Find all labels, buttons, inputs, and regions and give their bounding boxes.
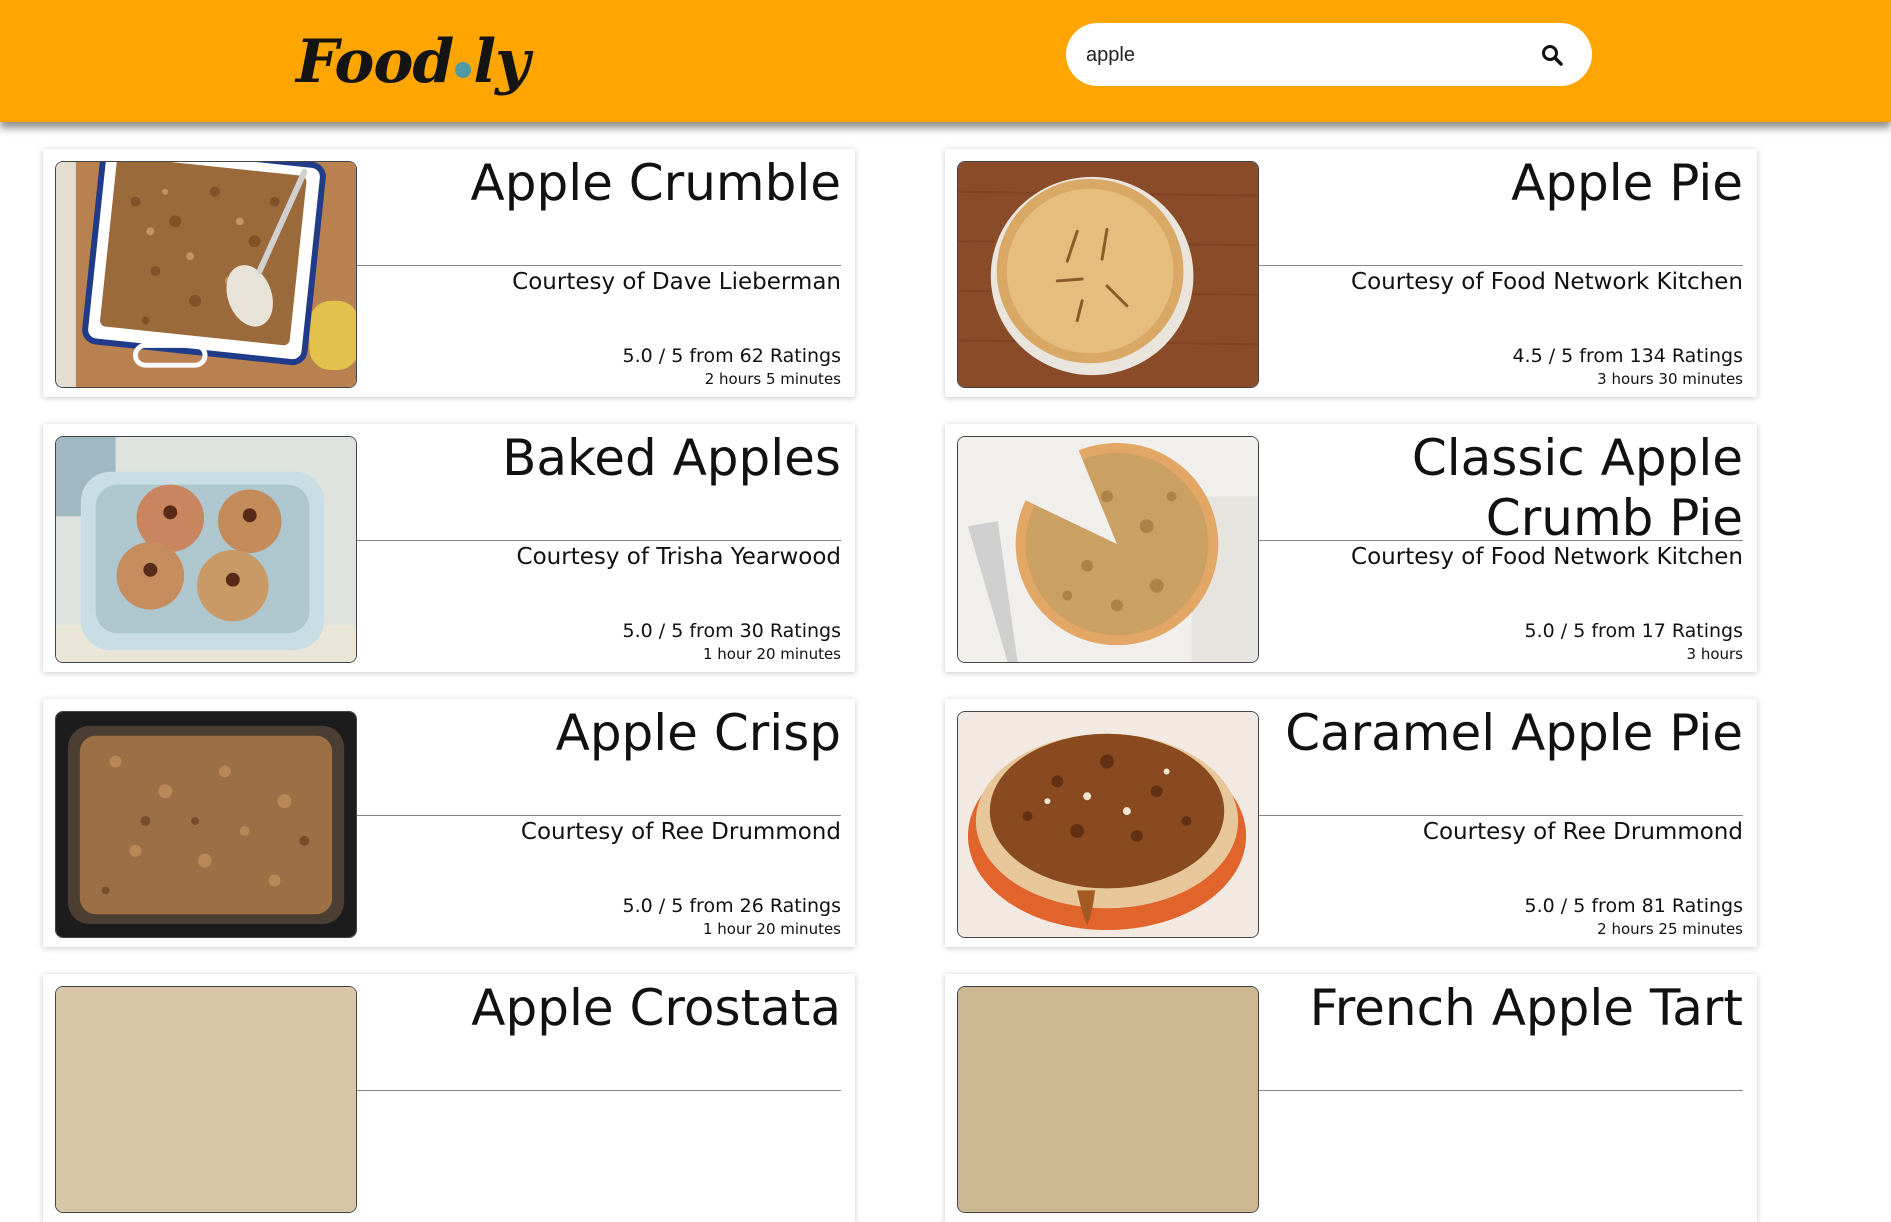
recipe-author: Courtesy of Food Network Kitchen xyxy=(1351,544,1743,570)
recipe-rating: 5.0 / 5 from 81 Ratings xyxy=(1524,895,1743,917)
recipe-image xyxy=(957,711,1259,938)
recipe-title[interactable]: Apple Pie xyxy=(1263,153,1743,213)
recipe-author: Courtesy of Ree Drummond xyxy=(1422,819,1743,845)
recipe-image xyxy=(957,986,1259,1213)
search-input[interactable] xyxy=(1084,33,1518,77)
recipe-rating: 5.0 / 5 from 17 Ratings xyxy=(1524,620,1743,642)
recipe-time: 3 hours 30 minutes xyxy=(1597,370,1743,388)
divider xyxy=(357,1090,841,1091)
recipe-image xyxy=(957,161,1259,388)
divider xyxy=(357,540,841,541)
divider xyxy=(1259,815,1743,816)
recipe-image xyxy=(957,436,1259,663)
divider xyxy=(1259,540,1743,541)
recipe-rating: 5.0 / 5 from 62 Ratings xyxy=(622,345,841,367)
recipe-grid: Apple Crumble Courtesy of Dave Lieberman… xyxy=(0,0,1891,1222)
divider xyxy=(1259,1090,1743,1091)
logo-text-left: Food xyxy=(296,27,454,97)
recipe-time: 2 hours 5 minutes xyxy=(704,370,841,388)
recipe-title[interactable]: Apple Crumble xyxy=(361,153,841,213)
divider xyxy=(1259,265,1743,266)
recipe-author: Courtesy of Trisha Yearwood xyxy=(516,544,841,570)
recipe-card[interactable]: Classic Apple Crumb Pie Courtesy of Food… xyxy=(945,424,1757,672)
search-bar xyxy=(1066,23,1592,86)
divider xyxy=(357,265,841,266)
search-icon[interactable] xyxy=(1540,43,1564,67)
recipe-rating: 5.0 / 5 from 30 Ratings xyxy=(622,620,841,642)
recipe-image xyxy=(55,711,357,938)
recipe-card[interactable]: Apple Crumble Courtesy of Dave Lieberman… xyxy=(43,149,855,397)
recipe-title[interactable]: Apple Crostata xyxy=(361,978,841,1038)
recipe-time: 1 hour 20 minutes xyxy=(702,645,841,663)
logo-text-right: ly xyxy=(473,27,530,97)
recipe-card[interactable]: Caramel Apple Pie Courtesy of Ree Drummo… xyxy=(945,699,1757,947)
foodly-logo[interactable]: Food ly xyxy=(296,22,530,102)
divider xyxy=(357,815,841,816)
recipe-card[interactable]: Apple Pie Courtesy of Food Network Kitch… xyxy=(945,149,1757,397)
recipe-image xyxy=(55,161,357,388)
app-header: Food ly xyxy=(0,0,1891,122)
recipe-card[interactable]: Apple Crisp Courtesy of Ree Drummond 5.0… xyxy=(43,699,855,947)
recipe-title[interactable]: French Apple Tart xyxy=(1263,978,1743,1038)
recipe-image xyxy=(55,986,357,1213)
recipe-time: 1 hour 20 minutes xyxy=(702,920,841,938)
recipe-card[interactable]: Baked Apples Courtesy of Trisha Yearwood… xyxy=(43,424,855,672)
recipe-title[interactable]: Caramel Apple Pie xyxy=(1263,703,1743,763)
logo-dot-icon xyxy=(455,62,472,78)
recipe-card[interactable]: Apple Crostata xyxy=(43,974,855,1222)
recipe-author: Courtesy of Dave Lieberman xyxy=(512,269,841,295)
recipe-author: Courtesy of Food Network Kitchen xyxy=(1351,269,1743,295)
recipe-title[interactable]: Baked Apples xyxy=(361,428,841,488)
recipe-title[interactable]: Apple Crisp xyxy=(361,703,841,763)
recipe-time: 2 hours 25 minutes xyxy=(1597,920,1743,938)
recipe-rating: 4.5 / 5 from 134 Ratings xyxy=(1512,345,1743,367)
recipe-rating: 5.0 / 5 from 26 Ratings xyxy=(622,895,841,917)
recipe-title[interactable]: Classic Apple Crumb Pie xyxy=(1263,428,1743,548)
recipe-time: 3 hours xyxy=(1686,645,1743,663)
recipe-author: Courtesy of Ree Drummond xyxy=(520,819,841,845)
recipe-card[interactable]: French Apple Tart xyxy=(945,974,1757,1222)
recipe-image xyxy=(55,436,357,663)
